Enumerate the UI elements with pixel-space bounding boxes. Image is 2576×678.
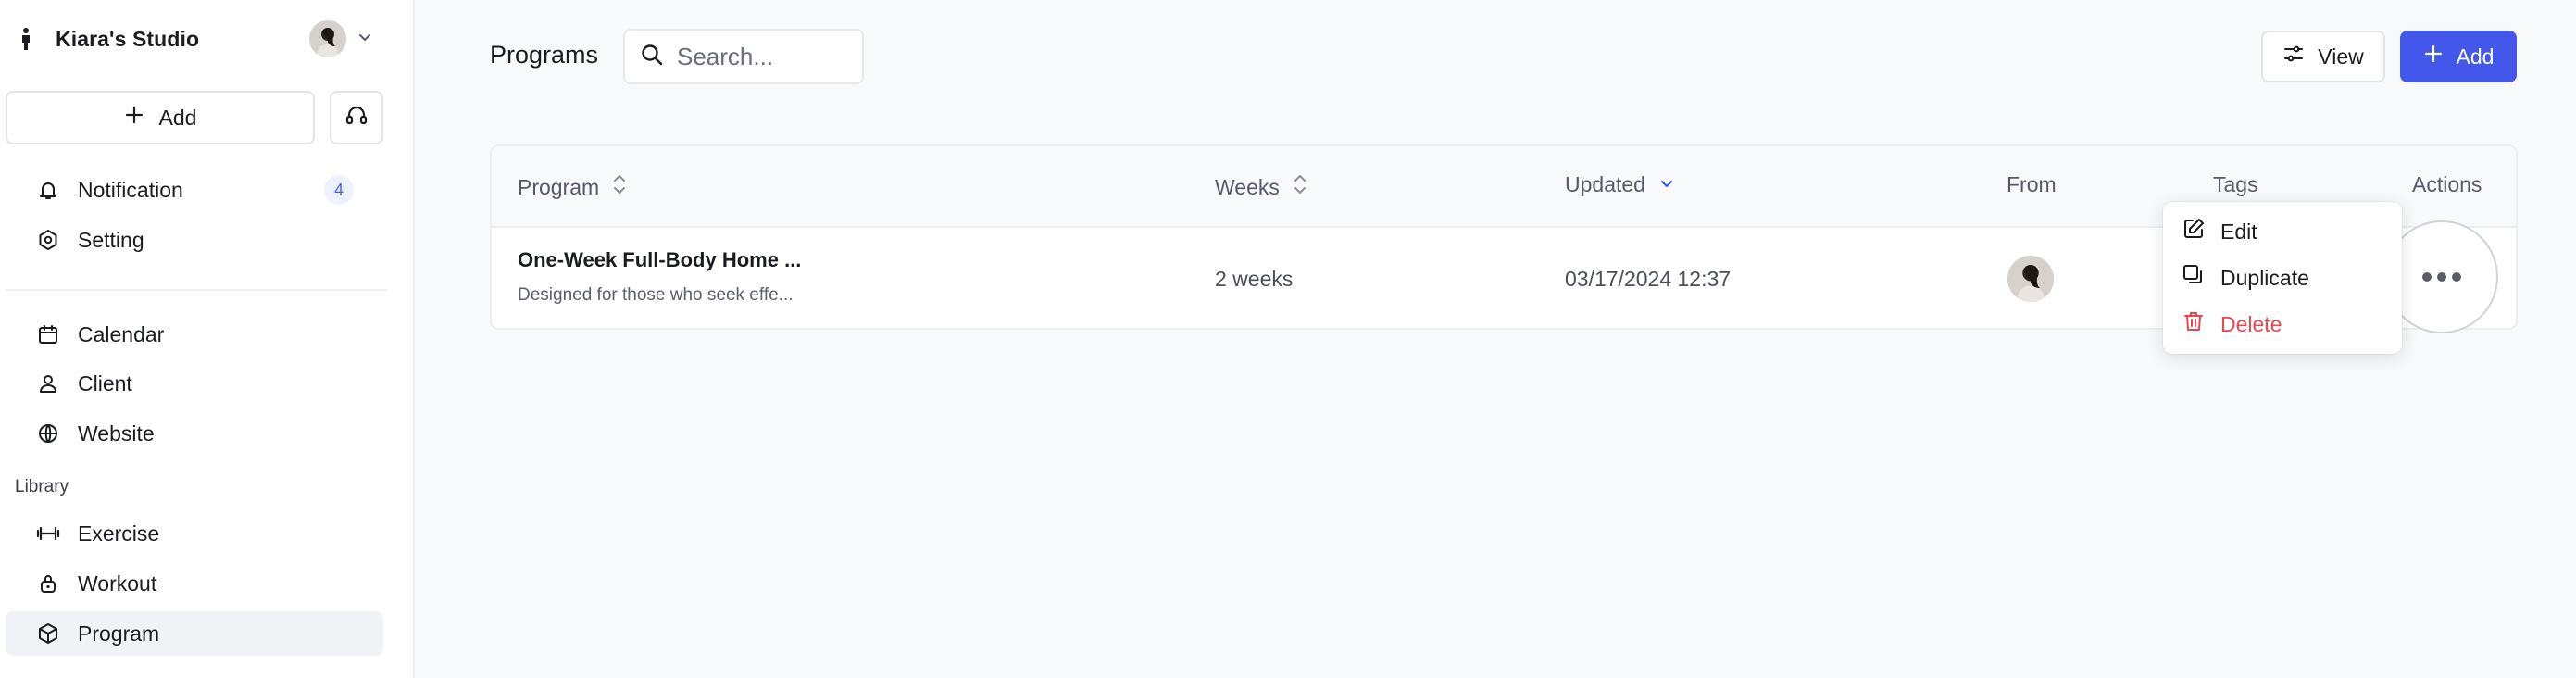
studio-logo-icon: [13, 26, 39, 52]
column-header-actions: Actions: [2412, 172, 2482, 197]
menu-item-edit[interactable]: Edit: [2182, 213, 2257, 250]
author-avatar: [2007, 256, 2054, 302]
row-actions-menu: Edit Duplicate Delete: [2163, 202, 2402, 354]
avatar: [309, 20, 346, 57]
add-program-label: Add: [2456, 44, 2495, 69]
sidebar-item-label: Calendar: [78, 321, 165, 346]
sidebar-item-exercise[interactable]: Exercise: [6, 511, 383, 556]
sidebar-item-client[interactable]: Client: [6, 361, 383, 406]
sort-desc-icon: [1658, 172, 1675, 197]
column-label: Actions: [2412, 172, 2482, 196]
search-icon: [640, 43, 664, 71]
plus-icon: [2423, 44, 2444, 69]
menu-item-delete[interactable]: Delete: [2182, 306, 2282, 343]
studio-switcher[interactable]: Kiara's Studio: [13, 17, 199, 61]
headset-icon: [344, 104, 369, 132]
sidebar-item-label: Client: [78, 370, 132, 396]
sidebar-add-button[interactable]: Add: [6, 91, 315, 144]
sidebar: Kiara's Studio Add Notification 4 Settin…: [0, 0, 415, 678]
sidebar-divider: [6, 289, 387, 291]
program-updated: 03/17/2024 12:37: [1565, 267, 1732, 291]
workout-icon: [35, 571, 61, 596]
support-button[interactable]: [330, 91, 383, 144]
sidebar-item-calendar[interactable]: Calendar: [6, 312, 383, 357]
library-section-label: Library: [15, 477, 69, 496]
search-input[interactable]: [677, 42, 853, 71]
menu-item-label: Edit: [2220, 219, 2257, 244]
bell-icon: [35, 177, 61, 203]
chevron-down-icon: [357, 30, 372, 49]
edit-icon: [2182, 217, 2206, 246]
more-dot: [2437, 272, 2446, 282]
column-header-updated[interactable]: Updated: [1565, 172, 1675, 197]
column-label: Weeks: [1215, 174, 1280, 199]
sidebar-item-label: Workout: [78, 571, 157, 596]
sidebar-item-label: Notification: [78, 177, 183, 202]
column-label: From: [2007, 172, 2057, 196]
trash-icon: [2182, 309, 2206, 339]
row-actions-button[interactable]: [2385, 220, 2498, 333]
sort-icon: [1293, 172, 1307, 202]
sidebar-item-label: Website: [78, 421, 155, 446]
studio-name: Kiara's Studio: [56, 26, 200, 51]
duplicate-icon: [2182, 263, 2206, 293]
program-weeks: 2 weeks: [1215, 267, 1294, 291]
program-name[interactable]: One-Week Full-Body Home ...: [518, 248, 801, 272]
sort-icon: [612, 172, 627, 202]
program-description: Designed for those who seek effe...: [518, 285, 794, 305]
notification-count-badge: 4: [324, 175, 354, 205]
column-label: Tags: [2213, 172, 2258, 196]
sidebar-item-website[interactable]: Website: [6, 411, 383, 456]
calendar-icon: [35, 321, 61, 347]
page-title: Programs: [490, 41, 599, 69]
settings-icon: [35, 227, 61, 253]
cube-icon: [35, 621, 61, 647]
view-button[interactable]: View: [2261, 31, 2385, 82]
dumbbell-icon: [35, 521, 61, 546]
add-program-button[interactable]: Add: [2400, 31, 2517, 82]
menu-item-duplicate[interactable]: Duplicate: [2182, 259, 2309, 296]
globe-icon: [35, 421, 61, 446]
column-header-program[interactable]: Program: [518, 172, 627, 202]
sidebar-add-label: Add: [158, 105, 197, 130]
plus-icon: [124, 105, 144, 131]
user-icon: [35, 370, 61, 396]
column-header-tags: Tags: [2213, 172, 2258, 197]
sliders-icon: [2282, 43, 2305, 70]
search-box: [623, 29, 864, 84]
sidebar-item-setting[interactable]: Setting: [6, 218, 383, 262]
column-label: Updated: [1565, 172, 1645, 196]
sidebar-item-label: Exercise: [78, 521, 160, 546]
sidebar-item-program[interactable]: Program: [6, 611, 383, 656]
menu-item-label: Delete: [2220, 311, 2282, 336]
sidebar-item-notification[interactable]: Notification 4: [6, 168, 383, 212]
view-button-label: View: [2318, 44, 2364, 69]
account-menu[interactable]: [309, 20, 372, 57]
sidebar-item-label: Setting: [78, 227, 144, 252]
more-dot: [2422, 272, 2432, 282]
column-header-weeks[interactable]: Weeks: [1215, 172, 1307, 202]
column-header-from: From: [2007, 172, 2057, 197]
sidebar-item-label: Program: [78, 621, 160, 646]
sidebar-item-workout[interactable]: Workout: [6, 561, 383, 606]
menu-item-label: Duplicate: [2220, 265, 2309, 290]
more-dot: [2452, 272, 2461, 282]
column-label: Program: [518, 174, 600, 199]
